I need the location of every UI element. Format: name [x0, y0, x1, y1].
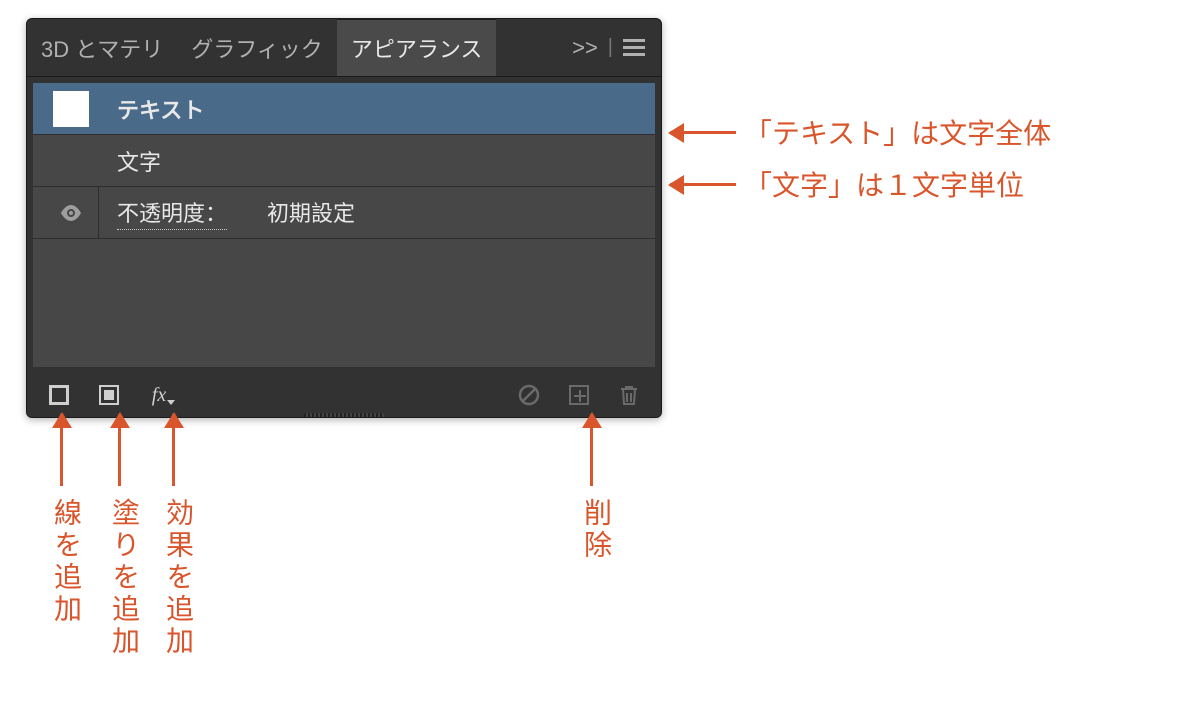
appearance-row-character[interactable]: 文字: [33, 135, 655, 187]
panel-tabs: 3D とマテリ グラフィック アピアランス >> |: [27, 19, 661, 77]
appearance-row-opacity[interactable]: 不透明度： 初期設定: [33, 187, 655, 239]
add-fill-button[interactable]: [95, 381, 123, 409]
annotation-label: 「文字」は１文字単位: [744, 164, 1024, 204]
appearance-row-text[interactable]: テキスト: [33, 83, 655, 135]
panel-footer: fx: [27, 373, 661, 417]
divider: |: [608, 36, 613, 59]
clear-appearance-button[interactable]: [515, 381, 543, 409]
fx-icon: fx: [152, 384, 166, 407]
annotation-add-stroke: 線を追加: [46, 498, 86, 626]
tab-appearance[interactable]: アピアランス: [337, 19, 497, 76]
row-label: 文字: [117, 145, 161, 177]
arrow-left-icon: [670, 183, 736, 186]
annotation-label: 「テキスト」は文字全体: [744, 112, 1051, 152]
tabs-overflow-icon[interactable]: >>: [572, 35, 598, 61]
appearance-list: テキスト 文字 不透明度： 初期設定: [33, 83, 655, 367]
annotation-add-fill: 塗りを追加: [104, 498, 144, 658]
arrow-up-icon: [172, 414, 175, 486]
duplicate-button[interactable]: [565, 381, 593, 409]
tab-graphic-style[interactable]: グラフィック: [177, 19, 337, 76]
annotation-text-row: 「テキスト」は文字全体: [670, 112, 1051, 152]
swatch-icon: [53, 91, 89, 127]
visibility-icon[interactable]: [60, 205, 82, 221]
arrow-up-icon: [60, 414, 63, 486]
opacity-label[interactable]: 不透明度：: [117, 196, 227, 230]
arrow-left-icon: [670, 131, 736, 134]
arrow-up-icon: [118, 414, 121, 486]
annotation-delete: 削除: [576, 498, 616, 562]
fill-icon: [99, 385, 119, 405]
add-stroke-button[interactable]: [45, 381, 73, 409]
annotation-add-effect: 効果を追加: [158, 498, 198, 658]
row-label: テキスト: [117, 93, 204, 125]
opacity-value[interactable]: 初期設定: [267, 196, 355, 230]
appearance-panel: 3D とマテリ グラフィック アピアランス >> | テキスト 文字 不透明度：…: [26, 18, 662, 418]
resize-handle[interactable]: [304, 413, 384, 418]
arrow-up-icon: [590, 414, 593, 486]
add-effect-button[interactable]: fx: [145, 381, 173, 409]
stroke-icon: [49, 385, 69, 405]
clear-icon: [518, 384, 540, 406]
delete-button[interactable]: [615, 381, 643, 409]
panel-menu-icon[interactable]: [623, 39, 645, 56]
list-spacer: [33, 239, 655, 367]
tab-3d-material[interactable]: 3D とマテリ: [27, 19, 177, 76]
plus-icon: [569, 385, 589, 405]
trash-icon: [619, 384, 639, 406]
annotation-char-row: 「文字」は１文字単位: [670, 164, 1024, 204]
